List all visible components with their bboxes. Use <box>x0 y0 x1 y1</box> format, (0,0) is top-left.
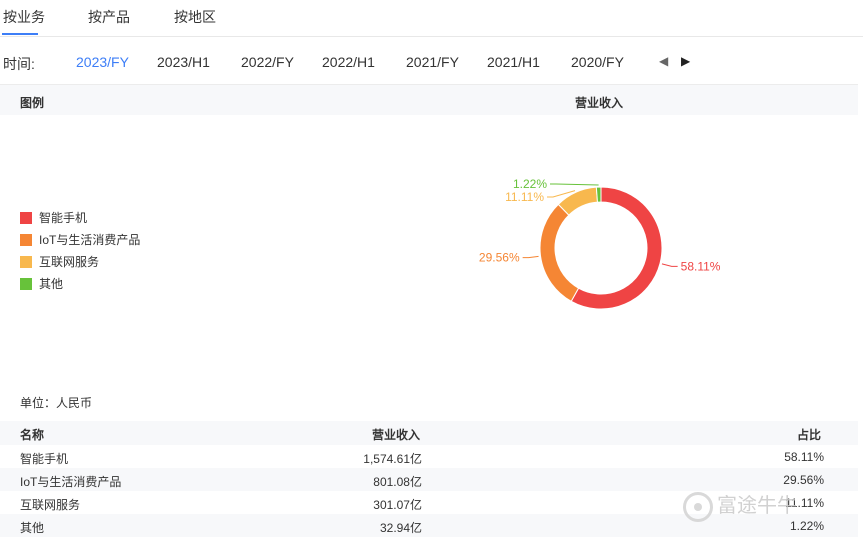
header-revenue: 营业收入 <box>371 428 420 442</box>
row-revenue: 301.07亿 <box>373 498 422 512</box>
period-2023-fy[interactable]: 2023/FY <box>76 54 129 70</box>
row-percent: 58.11% <box>784 450 824 464</box>
table-row: IoT与生活消费产品 801.08亿 29.56% <box>0 468 858 491</box>
tab-by-business[interactable]: 按业务 <box>3 7 45 27</box>
period-2022-h1[interactable]: 2022/H1 <box>322 54 375 70</box>
table-header: 名称 营业收入 占比 <box>0 421 858 445</box>
row-percent: 29.56% <box>783 473 824 487</box>
donut-slice-other[interactable] <box>595 186 602 203</box>
chart-panel: 图例 营业收入 智能手机 IoT与生活消费产品 互联网服务 其他 58.11% 2… <box>0 84 858 412</box>
row-name: 互联网服务 <box>20 498 81 512</box>
chevron-right-icon[interactable]: ▶ <box>681 54 690 68</box>
slice-label-other: 1.22% <box>513 177 547 191</box>
donut-slice-internet[interactable] <box>557 186 599 216</box>
slice-label-smartphone: 58.11% <box>681 259 721 273</box>
tab-bar: 按业务 按产品 按地区 <box>0 0 863 37</box>
watermark-text: 富途牛牛 <box>717 495 797 517</box>
row-revenue: 1,574.61亿 <box>363 452 422 466</box>
table-row: 智能手机 1,574.61亿 58.11% <box>0 445 858 468</box>
period-2022-fy[interactable]: 2022/FY <box>241 54 294 70</box>
donut-slice-iot[interactable] <box>539 203 580 302</box>
label-leader-line <box>550 183 599 186</box>
slice-label-internet: 11.11% <box>505 190 544 204</box>
row-name: IoT与生活消费产品 <box>20 475 122 489</box>
header-percent: 占比 <box>796 428 821 442</box>
slice-label-iot: 29.56% <box>479 251 520 265</box>
row-name: 其他 <box>20 521 45 535</box>
header-name: 名称 <box>20 428 45 442</box>
period-2020-fy[interactable]: 2020/FY <box>571 54 624 70</box>
tab-by-region[interactable]: 按地区 <box>174 7 216 27</box>
row-name: 智能手机 <box>20 452 69 466</box>
label-leader-line <box>661 263 678 267</box>
time-label: 时间: <box>3 56 35 72</box>
futu-logo-icon <box>683 491 713 522</box>
period-2023-h1[interactable]: 2023/H1 <box>157 54 210 70</box>
chevron-left-icon[interactable]: ◀ <box>659 54 668 68</box>
period-2021-h1[interactable]: 2021/H1 <box>487 54 540 70</box>
row-revenue: 32.94亿 <box>379 521 422 535</box>
period-selector: 时间: 2023/FY 2023/H1 2022/FY 2022/H1 2021… <box>0 46 863 78</box>
active-tab-indicator <box>2 33 38 35</box>
watermark: 富途牛牛 <box>683 489 797 522</box>
unit-label: 单位：人民币 <box>20 396 93 410</box>
row-revenue: 801.08亿 <box>373 475 422 489</box>
tab-by-product[interactable]: 按产品 <box>88 7 130 27</box>
donut-chart: 58.11% 29.56% 11.11%1.22% <box>479 177 721 310</box>
label-leader-line <box>522 255 539 259</box>
period-2021-fy[interactable]: 2021/FY <box>406 54 459 70</box>
